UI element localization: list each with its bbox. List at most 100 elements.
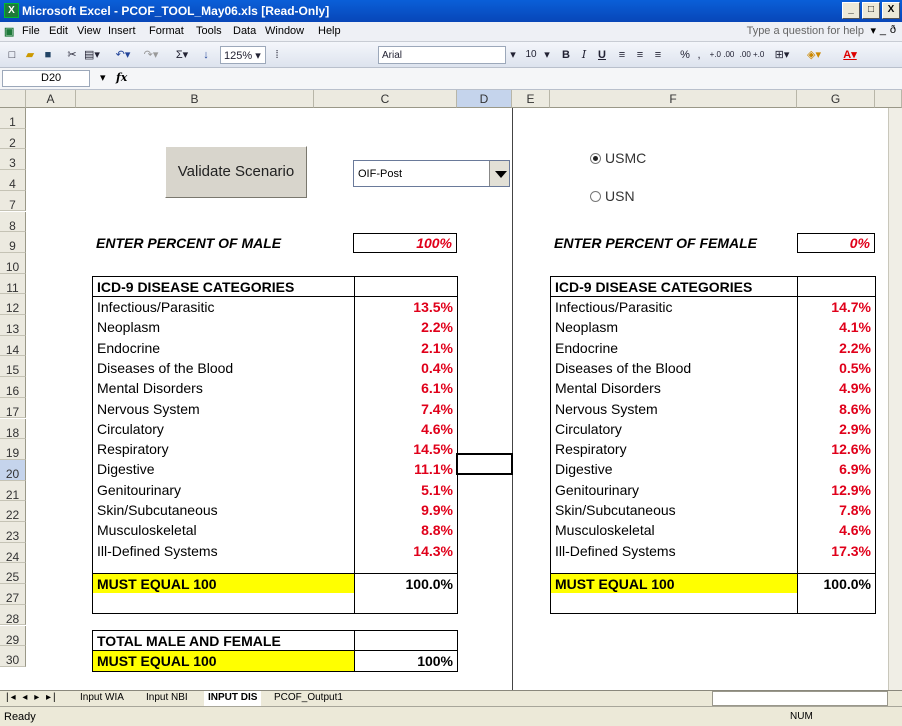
female-category-value[interactable]: 14.7% — [831, 297, 871, 317]
radio-usn-dot[interactable] — [590, 191, 601, 202]
help-dropdown-icon[interactable]: ▾ — [870, 24, 876, 37]
row-header-2[interactable]: 2 — [0, 128, 26, 150]
row-header-18[interactable]: 18 — [0, 418, 26, 440]
row-header-11[interactable]: 11 — [0, 273, 26, 295]
male-category-value[interactable]: 7.4% — [421, 399, 453, 419]
male-category-value[interactable]: 14.5% — [413, 439, 453, 459]
undo-icon[interactable]: ↶▾ — [110, 46, 136, 64]
female-category-value[interactable]: 7.8% — [839, 500, 871, 520]
male-category-value[interactable]: 13.5% — [413, 297, 453, 317]
sheet-tab-input-dis[interactable]: INPUT DIS — [204, 691, 262, 706]
comma-style-button[interactable]: , — [694, 46, 704, 64]
zoom-select[interactable]: 125% ▾ — [220, 46, 266, 64]
sheet-tab-input-wia[interactable]: Input WIA — [76, 691, 128, 706]
female-category-value[interactable]: 17.3% — [831, 541, 871, 561]
open-folder-icon[interactable]: ▰ — [22, 46, 38, 64]
minimize-button[interactable]: _ — [842, 2, 860, 19]
new-file-icon[interactable]: □ — [4, 46, 20, 64]
male-category-value[interactable]: 14.3% — [413, 541, 453, 561]
row-header-23[interactable]: 23 — [0, 522, 26, 543]
row-header-1[interactable]: 1 — [0, 108, 26, 129]
vertical-scrollbar[interactable] — [888, 108, 902, 690]
align-left-icon[interactable]: ≡ — [614, 46, 630, 64]
male-category-value[interactable]: 4.6% — [421, 419, 453, 439]
borders-icon[interactable]: ⊞▾ — [772, 46, 792, 64]
autosum-icon[interactable]: Σ▾ — [170, 46, 194, 64]
menu-edit[interactable]: Edit — [49, 25, 68, 37]
female-category-value[interactable]: 4.1% — [839, 317, 871, 337]
sheet-nav-arrows-icon[interactable]: |◂ ◂ ▸ ▸| — [2, 691, 62, 706]
column-header-d[interactable]: D — [457, 90, 512, 108]
row-header-8[interactable]: 8 — [0, 211, 26, 233]
workbook-icon[interactable]: ▣ — [4, 25, 14, 38]
sheet-tab-pcof-output1[interactable]: PCOF_Output1 — [270, 691, 347, 706]
paste-icon[interactable]: ▤▾ — [82, 46, 102, 64]
male-category-value[interactable]: 2.2% — [421, 317, 453, 337]
row-header-17[interactable]: 17 — [0, 397, 26, 419]
increase-decimal-button[interactable]: +.0 .00 — [708, 46, 736, 64]
redo-icon[interactable]: ↷▾ — [138, 46, 164, 64]
sort-ascending-icon[interactable]: ↓ — [196, 46, 216, 64]
column-header-b[interactable]: B — [76, 90, 314, 108]
male-category-value[interactable]: 8.8% — [421, 520, 453, 540]
row-header-16[interactable]: 16 — [0, 377, 26, 398]
female-category-value[interactable]: 12.6% — [831, 439, 871, 459]
italic-button[interactable]: I — [576, 46, 592, 64]
font-name-dropdown-icon[interactable]: ▾ — [508, 46, 518, 64]
menu-file[interactable]: File — [22, 25, 40, 37]
male-percent-input[interactable]: 100% — [353, 233, 457, 253]
row-header-4[interactable]: 4 — [0, 170, 26, 191]
toolbar-options-icon[interactable]: ⁞ — [272, 46, 282, 64]
font-name-select[interactable]: Arial — [378, 46, 506, 64]
menu-window[interactable]: Window — [265, 25, 304, 37]
save-icon[interactable]: ■ — [40, 46, 56, 64]
row-header-14[interactable]: 14 — [0, 335, 26, 357]
female-category-value[interactable]: 4.6% — [839, 520, 871, 540]
female-percent-input[interactable]: 0% — [797, 233, 875, 253]
menu-tools[interactable]: Tools — [196, 25, 222, 37]
female-category-value[interactable]: 4.9% — [839, 378, 871, 398]
align-center-icon[interactable]: ≡ — [632, 46, 648, 64]
row-header-30[interactable]: 30 — [0, 646, 26, 667]
bold-button[interactable]: B — [558, 46, 574, 64]
column-header-g[interactable]: G — [797, 90, 875, 108]
menu-view[interactable]: View — [77, 25, 101, 37]
radio-usmc-dot[interactable] — [590, 153, 601, 164]
radio-usn[interactable]: USN — [590, 188, 635, 204]
insert-function-icon[interactable]: fx — [116, 71, 127, 84]
row-header-13[interactable]: 13 — [0, 315, 26, 336]
male-category-value[interactable]: 6.1% — [421, 378, 453, 398]
scenario-select[interactable]: OIF-Post — [353, 160, 510, 187]
doc-restore-button[interactable]: ð — [890, 24, 896, 36]
font-size-dropdown-icon[interactable]: ▾ — [542, 46, 552, 64]
male-category-value[interactable]: 2.1% — [421, 338, 453, 358]
row-header-15[interactable]: 15 — [0, 356, 26, 377]
align-right-icon[interactable]: ≡ — [650, 46, 666, 64]
font-color-icon[interactable]: A▾ — [840, 46, 860, 64]
female-category-value[interactable]: 6.9% — [839, 459, 871, 479]
female-category-value[interactable]: 2.9% — [839, 419, 871, 439]
male-category-value[interactable]: 0.4% — [421, 358, 453, 378]
row-header-21[interactable]: 21 — [0, 480, 26, 502]
menu-insert[interactable]: Insert — [108, 25, 136, 37]
female-category-value[interactable]: 12.9% — [831, 480, 871, 500]
female-category-value[interactable]: 2.2% — [839, 338, 871, 358]
row-header-7[interactable]: 7 — [0, 190, 26, 212]
fill-color-icon[interactable]: ◈▾ — [804, 46, 824, 64]
validate-scenario-button[interactable]: Validate Scenario — [165, 146, 307, 198]
underline-button[interactable]: U — [594, 46, 610, 64]
row-header-24[interactable]: 24 — [0, 542, 26, 564]
row-header-20[interactable]: 20 — [0, 459, 26, 481]
female-category-value[interactable]: 0.5% — [839, 358, 871, 378]
name-box-dropdown-icon[interactable]: ▾ — [100, 71, 106, 84]
male-category-value[interactable]: 9.9% — [421, 500, 453, 520]
radio-usmc[interactable]: USMC — [590, 150, 646, 166]
percent-style-button[interactable]: % — [678, 46, 692, 64]
menu-help[interactable]: Help — [318, 25, 341, 37]
row-header-22[interactable]: 22 — [0, 501, 26, 522]
row-header-12[interactable]: 12 — [0, 294, 26, 315]
doc-minimize-button[interactable]: _ — [880, 24, 886, 36]
menu-format[interactable]: Format — [149, 25, 184, 37]
column-header-f[interactable]: F — [550, 90, 797, 108]
chevron-down-icon[interactable] — [489, 161, 509, 186]
